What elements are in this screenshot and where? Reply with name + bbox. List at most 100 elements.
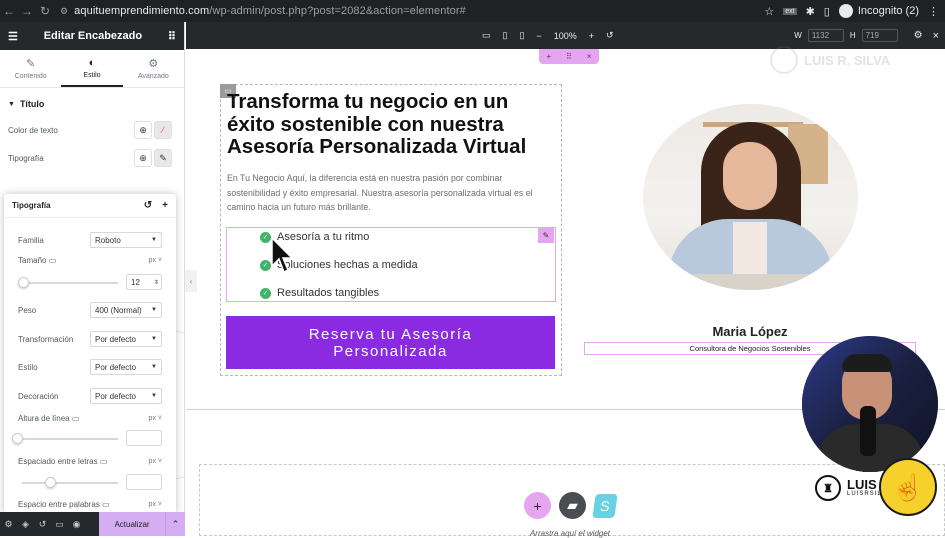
mouse-cursor-icon (271, 236, 294, 274)
size-row: Tamaño ▭ px ˅ (18, 256, 162, 265)
letter-spacing-input[interactable] (126, 474, 162, 490)
desktop-icon[interactable]: ▭ (49, 256, 57, 265)
hamburger-menu-icon[interactable]: ☰ (8, 30, 18, 43)
reload-icon[interactable]: ↻ (36, 4, 54, 18)
style-row: Estilo Por defecto ▼ (18, 359, 162, 375)
height-label: H (849, 31, 856, 40)
reset-zoom-icon[interactable]: ↺ (606, 30, 614, 41)
panel-tabs: ✎ Contenido ◐ Estilo ⚙ Avanzado (0, 50, 184, 88)
sidepanel-icon[interactable]: ▯ (824, 5, 830, 18)
weight-select[interactable]: 400 (Normal) ▼ (90, 302, 162, 318)
chevron-down-icon: ▼ (151, 364, 157, 370)
letter-spacing-slider-track[interactable] (22, 482, 118, 484)
close-icon[interactable]: × (933, 30, 939, 42)
cta-button[interactable]: Reserva tu Asesoría Personalizada (226, 316, 555, 369)
tab-avanzado[interactable]: ⚙ Avanzado (123, 50, 184, 87)
incognito-badge[interactable]: Incognito (2) (838, 4, 919, 18)
section-titulo[interactable]: ▼ Título (0, 92, 184, 116)
desktop-icon[interactable]: ▭ (102, 500, 110, 509)
transform-select[interactable]: Por defecto ▼ (90, 331, 162, 347)
address-bar[interactable]: ⚙ aquituemprendimiento.com/wp-admin/post… (60, 5, 466, 17)
widgets-grid-icon[interactable]: ⠿ (168, 30, 176, 43)
size-slider-track[interactable] (22, 282, 118, 284)
half-circle-icon: ◐ (88, 56, 96, 69)
reset-icon[interactable]: ↺ (144, 200, 152, 211)
responsive-icon[interactable]: ▭ (51, 519, 68, 530)
line-height-slider-handle[interactable] (12, 433, 23, 444)
color-picker-swatch[interactable]: ⁄ (154, 121, 172, 139)
drop-hint: Arrastra aquí el widget (529, 529, 611, 538)
drag-handle-icon[interactable]: ⠿ (566, 52, 572, 61)
size-unit-select[interactable]: px ˅ (149, 257, 162, 264)
forward-icon[interactable]: → (18, 4, 36, 18)
global-icon[interactable]: ⊕ (134, 121, 152, 139)
puzzle-icon[interactable]: ✱ (806, 5, 815, 18)
bookmark-star-icon[interactable]: ☆ (764, 5, 774, 18)
tablet-view-icon[interactable]: ▯ (503, 30, 508, 41)
size-input[interactable]: 12 ⇕ (126, 274, 162, 290)
global-icon[interactable]: ⊕ (134, 149, 152, 167)
list-item: ✓ Resultados tangibles (260, 287, 379, 299)
history-icon[interactable]: ↺ (34, 519, 51, 530)
tab-estilo[interactable]: ◐ Estilo (61, 50, 123, 87)
check-circle-icon: ✓ (260, 287, 271, 299)
letter-spacing-slider-handle[interactable] (45, 477, 56, 488)
starter-kit-icon[interactable]: S (592, 493, 618, 518)
edit-typography-icon[interactable]: ✎ (154, 149, 172, 167)
logo-mark-icon: ♜ (815, 475, 841, 501)
section-handle: + ⠿ × (539, 49, 599, 64)
profile-photo (643, 104, 858, 290)
settings-icon[interactable]: ⚙ (0, 519, 17, 530)
zoom-out-button[interactable]: − (536, 31, 541, 41)
word-spacing-row: Espacio entre palabras ▭ px ˅ (18, 500, 162, 509)
family-row: Familia Roboto ▼ (18, 232, 162, 248)
add-widget-buttons: + ▰ S (524, 492, 618, 519)
decoration-select[interactable]: Por defecto ▼ (90, 388, 162, 404)
watermark: LUIS R. SILVA (770, 40, 930, 80)
typography-popover-title: Tipografía (12, 201, 51, 210)
template-library-icon[interactable]: ▰ (559, 492, 586, 519)
desktop-view-icon[interactable]: ▭ (482, 30, 491, 41)
word-spacing-unit-select[interactable]: px ˅ (149, 501, 162, 508)
line-height-input[interactable] (126, 430, 162, 446)
family-select[interactable]: Roboto ▼ (90, 232, 162, 248)
collapse-panel-toggle[interactable]: ‹ (185, 270, 197, 292)
hero-paragraph[interactable]: En Tu Negocio Aquí, la diferencia está e… (227, 171, 551, 215)
line-height-row: Altura de línea ▭ px ˅ (18, 414, 162, 423)
add-section-button[interactable]: + (524, 492, 551, 519)
browser-menu-icon[interactable]: ⋮ (928, 5, 939, 18)
gear-icon: ⚙ (148, 58, 159, 70)
add-icon[interactable]: + (162, 200, 168, 211)
tab-contenido[interactable]: ✎ Contenido (0, 50, 61, 87)
back-icon[interactable]: ← (0, 4, 18, 18)
edit-widget-icon[interactable]: ✎ (538, 228, 554, 243)
text-color-control: Color de texto ⊕ ⁄ (0, 116, 184, 144)
typography-popover-header: Tipografía ↺ + (4, 194, 176, 218)
chevron-down-icon: ▼ (151, 393, 157, 399)
line-height-slider-track[interactable] (22, 438, 118, 440)
chevron-up-icon[interactable]: ⌃ (165, 512, 185, 536)
size-slider-handle[interactable] (18, 277, 29, 288)
extension-icon[interactable]: ext (783, 7, 797, 15)
letter-spacing-unit-select[interactable]: px ˅ (149, 458, 162, 465)
hero-heading[interactable]: Transforma tu negocio en un éxito sosten… (227, 90, 557, 159)
add-section-icon[interactable]: + (546, 52, 551, 61)
line-height-unit-select[interactable]: px ˅ (149, 415, 162, 422)
panel-header: ☰ Editar Encabezado ⠿ (0, 22, 184, 50)
panel-footer: ⚙ ◈ ↺ ▭ ◉ Actualizar ⌃ (0, 512, 185, 536)
layers-icon[interactable]: ◈ (17, 519, 34, 530)
mobile-view-icon[interactable]: ▯ (519, 30, 524, 41)
pencil-icon: ✎ (26, 58, 36, 70)
site-info-icon[interactable]: ⚙ (60, 6, 68, 17)
style-select[interactable]: Por defecto ▼ (90, 359, 162, 375)
desktop-icon[interactable]: ▭ (100, 457, 108, 466)
delete-section-icon[interactable]: × (587, 52, 592, 61)
webcam-overlay (802, 336, 938, 472)
preview-eye-icon[interactable]: ◉ (68, 519, 85, 530)
watermark-logo-icon (770, 46, 798, 74)
zoom-in-button[interactable]: + (589, 31, 594, 41)
zoom-level: 100% (553, 30, 577, 41)
desktop-icon[interactable]: ▭ (72, 414, 80, 423)
chevron-down-icon: ▼ (151, 307, 157, 313)
update-button[interactable]: Actualizar (99, 512, 165, 536)
